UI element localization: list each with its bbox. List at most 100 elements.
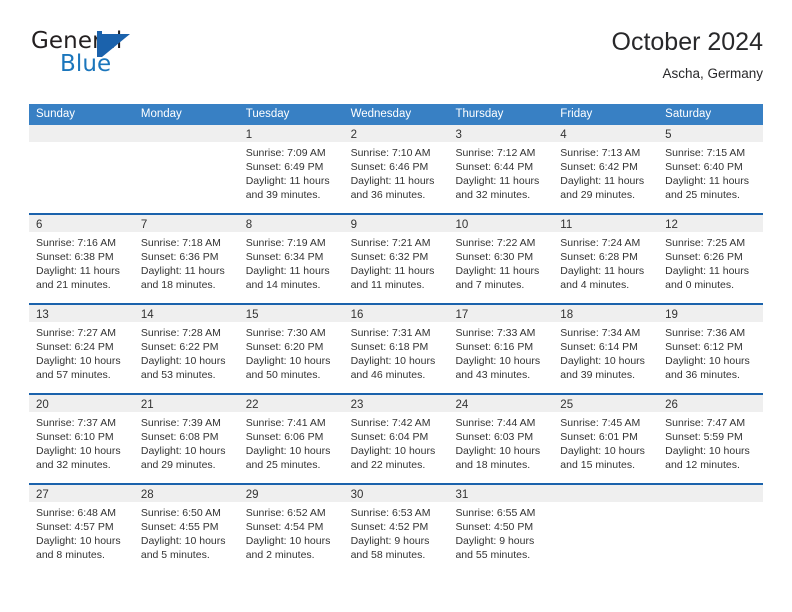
- day-cell[interactable]: 20 Sunrise: 7:37 AM Sunset: 6:10 PM Dayligh…: [29, 395, 134, 483]
- sunset-text: Sunset: 4:54 PM: [245, 521, 324, 534]
- day-number: 8: [245, 219, 253, 231]
- sunset-text: Sunset: 6:36 PM: [140, 251, 219, 264]
- sunrise-text: Sunrise: 7:42 AM: [350, 417, 431, 429]
- day-cell[interactable]: 29 Sunrise: 6:52 AM Sunset: 4:54 PM Dayligh…: [238, 485, 344, 573]
- day-number: 16: [350, 309, 364, 321]
- weekday-header-sunday: Sunday: [36, 108, 76, 120]
- daylight-text-line1: Daylight: 10 hours: [245, 355, 331, 368]
- day-details: Sunrise: 7:33 AM Sunset: 6:16 PM Daylight:…: [448, 322, 553, 382]
- weekday-header-friday: Friday: [560, 108, 593, 120]
- sunset-text: Sunset: 6:10 PM: [36, 431, 114, 444]
- day-cell[interactable]: 1 Sunrise: 7:09 AM Sunset: 6:49 PM Daylight…: [238, 125, 344, 213]
- page-header: General Blue October 2024 Ascha, Germany: [29, 26, 763, 96]
- day-number-band: 12: [658, 215, 764, 232]
- day-number-band: 21: [133, 395, 239, 412]
- day-number-band: 4: [553, 125, 659, 142]
- daylight-text-line1: Daylight: 10 hours: [245, 535, 331, 548]
- day-number: 24: [455, 399, 469, 411]
- sunset-text: Sunset: 6:40 PM: [665, 161, 743, 174]
- day-number-band: 7: [133, 215, 239, 232]
- day-cell[interactable]: 11 Sunrise: 7:24 AM Sunset: 6:28 PM Dayligh…: [553, 215, 659, 303]
- day-cell[interactable]: 9 Sunrise: 7:21 AM Sunset: 6:32 PM Daylight…: [343, 215, 449, 303]
- day-cell[interactable]: 28 Sunrise: 6:50 AM Sunset: 4:55 PM Dayligh…: [133, 485, 239, 573]
- sunset-text: Sunset: 6:03 PM: [455, 431, 534, 444]
- day-cell[interactable]: 3 Sunrise: 7:12 AM Sunset: 6:44 PM Daylight…: [448, 125, 554, 213]
- day-cell[interactable]: 22 Sunrise: 7:41 AM Sunset: 6:06 PM Dayligh…: [238, 395, 344, 483]
- day-details: Sunrise: 7:44 AM Sunset: 6:03 PM Daylight:…: [448, 412, 553, 472]
- sunset-text: Sunset: 6:46 PM: [350, 161, 429, 174]
- day-number-band: 23: [343, 395, 449, 412]
- weekday-header-row: Sunday Monday Tuesday Wednesday Thursday Frid…: [29, 104, 763, 125]
- day-cell[interactable]: 4 Sunrise: 7:13 AM Sunset: 6:42 PM Daylight…: [553, 125, 659, 213]
- day-cell[interactable]: 8 Sunrise: 7:19 AM Sunset: 6:34 PM Daylight…: [238, 215, 344, 303]
- day-number-band: 9: [343, 215, 449, 232]
- day-cell[interactable]: 7 Sunrise: 7:18 AM Sunset: 6:36 PM Daylight…: [133, 215, 239, 303]
- day-cell[interactable]: 25 Sunrise: 7:45 AM Sunset: 6:01 PM Dayligh…: [553, 395, 659, 483]
- daylight-text-line2: and 12 minutes.: [665, 459, 740, 472]
- sunrise-text: Sunrise: 7:27 AM: [36, 327, 116, 339]
- day-cell[interactable]: 17 Sunrise: 7:33 AM Sunset: 6:16 PM Dayligh…: [448, 305, 554, 393]
- day-cell[interactable]: 19 Sunrise: 7:36 AM Sunset: 6:12 PM Dayligh…: [658, 305, 764, 393]
- day-number-band: 31: [448, 485, 554, 502]
- day-number: 14: [140, 309, 154, 321]
- sunrise-text: Sunrise: 7:30 AM: [245, 327, 326, 339]
- day-cell[interactable]: 13 Sunrise: 7:27 AM Sunset: 6:24 PM Dayligh…: [29, 305, 134, 393]
- day-number: 13: [36, 309, 49, 321]
- daylight-text-line2: and 8 minutes.: [36, 549, 105, 562]
- daylight-text-line1: Daylight: 9 hours: [455, 535, 535, 548]
- daylight-text-line2: and 39 minutes.: [560, 369, 636, 382]
- daylight-text-line1: Daylight: 11 hours: [455, 175, 540, 188]
- day-cell[interactable]: 10 Sunrise: 7:22 AM Sunset: 6:30 PM Dayligh…: [448, 215, 554, 303]
- day-cell[interactable]: 5 Sunrise: 7:15 AM Sunset: 6:40 PM Daylight…: [658, 125, 764, 213]
- day-cell[interactable]: 21 Sunrise: 7:39 AM Sunset: 6:08 PM Dayligh…: [133, 395, 239, 483]
- day-number-band: 28: [133, 485, 239, 502]
- daylight-text-line2: and 29 minutes.: [560, 189, 636, 202]
- day-number-band: 26: [658, 395, 764, 412]
- sunrise-text: Sunrise: 7:13 AM: [560, 147, 641, 159]
- day-cell[interactable]: 2 Sunrise: 7:10 AM Sunset: 6:46 PM Daylight…: [343, 125, 449, 213]
- week-row: 6 Sunrise: 7:16 AM Sunset: 6:38 PM Daylight…: [29, 213, 764, 303]
- day-details: Sunrise: 7:09 AM Sunset: 6:49 PM Daylight:…: [239, 142, 344, 202]
- sunrise-text: Sunrise: 7:10 AM: [350, 147, 431, 159]
- sunset-text: Sunset: 6:04 PM: [350, 431, 429, 444]
- day-number-band: [133, 125, 239, 142]
- day-cell[interactable]: 24 Sunrise: 7:44 AM Sunset: 6:03 PM Dayligh…: [448, 395, 554, 483]
- day-number: 20: [36, 399, 49, 411]
- day-cell[interactable]: 31 Sunrise: 6:55 AM Sunset: 4:50 PM Dayligh…: [448, 485, 554, 573]
- day-number-band: [553, 485, 659, 502]
- sunset-text: Sunset: 6:30 PM: [455, 251, 534, 264]
- sunset-text: Sunset: 6:16 PM: [455, 341, 534, 354]
- day-cell[interactable]: 18 Sunrise: 7:34 AM Sunset: 6:14 PM Dayligh…: [553, 305, 659, 393]
- day-number: 30: [350, 489, 364, 501]
- sunset-text: Sunset: 5:59 PM: [665, 431, 743, 444]
- day-cell[interactable]: 14 Sunrise: 7:28 AM Sunset: 6:22 PM Dayligh…: [133, 305, 239, 393]
- day-cell[interactable]: 16 Sunrise: 7:31 AM Sunset: 6:18 PM Dayligh…: [343, 305, 449, 393]
- day-details: Sunrise: 7:18 AM Sunset: 6:36 PM Daylight:…: [134, 232, 239, 292]
- day-cell[interactable]: 15 Sunrise: 7:30 AM Sunset: 6:20 PM Dayligh…: [238, 305, 344, 393]
- day-cell[interactable]: 30 Sunrise: 6:53 AM Sunset: 4:52 PM Dayligh…: [343, 485, 449, 573]
- daylight-text-line1: Daylight: 11 hours: [665, 175, 750, 188]
- daylight-text-line1: Daylight: 10 hours: [245, 445, 331, 458]
- day-cell[interactable]: 23 Sunrise: 7:42 AM Sunset: 6:04 PM Dayligh…: [343, 395, 449, 483]
- daylight-text-line2: and 39 minutes.: [245, 189, 321, 202]
- day-details: Sunrise: 7:13 AM Sunset: 6:42 PM Daylight:…: [553, 142, 658, 202]
- day-number: 10: [455, 219, 469, 231]
- day-cell[interactable]: 26 Sunrise: 7:47 AM Sunset: 5:59 PM Dayligh…: [658, 395, 764, 483]
- day-cell[interactable]: 12 Sunrise: 7:25 AM Sunset: 6:26 PM Dayligh…: [658, 215, 764, 303]
- daylight-text-line1: Daylight: 10 hours: [350, 445, 436, 458]
- day-cell[interactable]: 27 Sunrise: 6:48 AM Sunset: 4:57 PM Dayligh…: [29, 485, 134, 573]
- sunrise-text: Sunrise: 6:55 AM: [455, 507, 536, 519]
- day-details: Sunrise: 7:36 AM Sunset: 6:12 PM Daylight:…: [658, 322, 763, 382]
- daylight-text-line1: Daylight: 10 hours: [665, 355, 750, 368]
- day-details: Sunrise: 6:48 AM Sunset: 4:57 PM Daylight:…: [29, 502, 134, 562]
- brand-logo[interactable]: General Blue: [29, 26, 239, 88]
- page-title: October 2024: [611, 28, 764, 56]
- daylight-text-line1: Daylight: 11 hours: [455, 265, 540, 278]
- day-cell[interactable]: 6 Sunrise: 7:16 AM Sunset: 6:38 PM Daylight…: [29, 215, 134, 303]
- daylight-text-line1: Daylight: 11 hours: [350, 175, 435, 188]
- day-number-band: 17: [448, 305, 554, 322]
- day-number: 15: [245, 309, 259, 321]
- day-number-band: 13: [29, 305, 134, 322]
- calendar-grid: Sunday Monday Tuesday Wednesday Thursday Frid…: [29, 104, 764, 573]
- sunset-text: Sunset: 4:55 PM: [140, 521, 219, 534]
